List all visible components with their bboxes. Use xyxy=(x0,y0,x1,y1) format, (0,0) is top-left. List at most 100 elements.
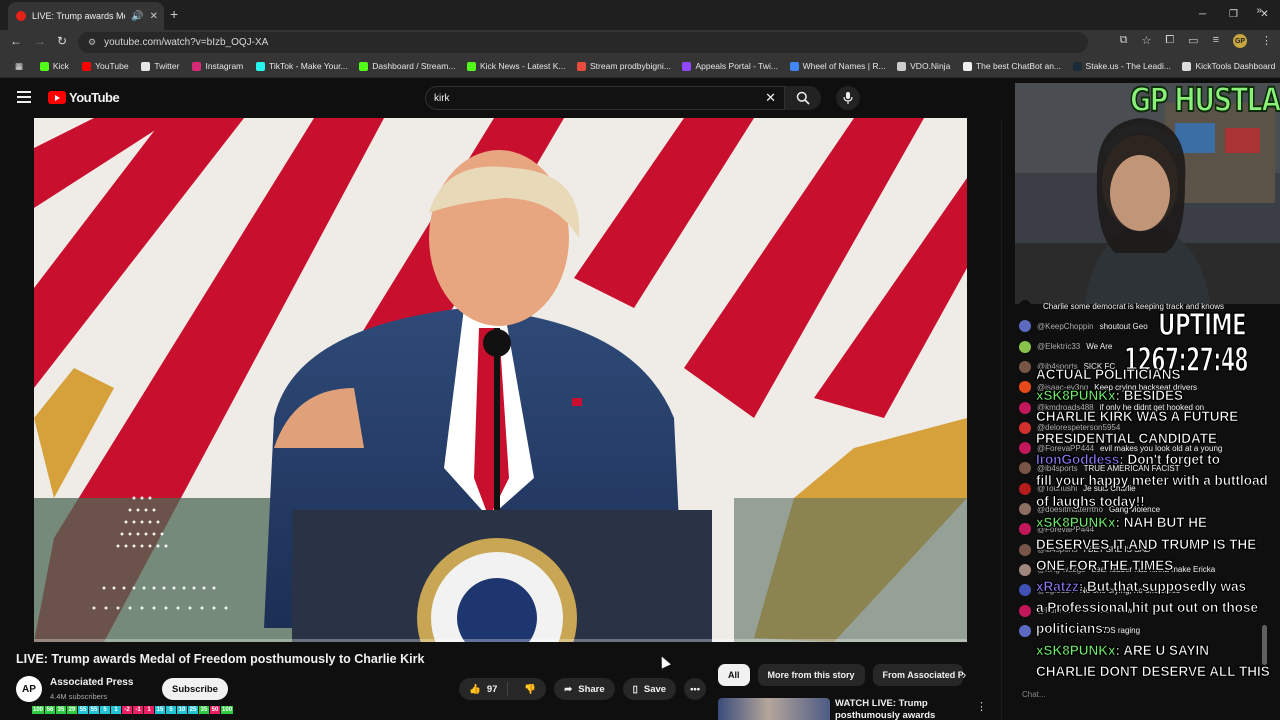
reload-icon[interactable]: ↻ xyxy=(57,34,67,48)
bookmark-label: YouTube xyxy=(95,61,129,71)
close-window-icon[interactable]: ✕ xyxy=(1249,0,1280,28)
bookmark-item[interactable]: Stream prodbybigni... xyxy=(570,61,675,71)
bookmark-item[interactable]: Appeals Portal - Twi... xyxy=(675,61,782,71)
kick-chat-line: xSK8PUNKx: NAH BUT HE xyxy=(1036,515,1208,531)
share-label: Share xyxy=(578,683,605,695)
bookmark-favicon-icon xyxy=(789,61,799,71)
bookmark-item[interactable]: Kick xyxy=(33,61,75,71)
chat-avatar-icon xyxy=(1019,442,1031,455)
level-cell: 35 xyxy=(56,706,67,714)
bookmark-item[interactable]: Wheel of Names | R... xyxy=(783,61,891,71)
bookmark-item[interactable]: YouTube xyxy=(75,61,134,71)
bookmark-item[interactable]: VDO.Ninja xyxy=(890,61,956,71)
subscriber-count: 4.4M subscribers xyxy=(50,692,108,701)
omnibox[interactable]: ⚙ youtube.com/watch?v=bIzb_OQJ-XA xyxy=(78,32,1088,53)
tab-close-icon[interactable]: ✕ xyxy=(150,11,158,22)
chat-username[interactable]: @Elektric33 xyxy=(1037,342,1080,351)
dislike-button[interactable]: 👎 xyxy=(514,684,546,695)
video-player[interactable] xyxy=(34,118,967,642)
more-horiz-icon: ••• xyxy=(690,683,701,695)
like-count: 97 xyxy=(486,683,498,695)
youtube-logo[interactable]: YouTube xyxy=(48,90,120,105)
chat-avatar-icon xyxy=(1019,401,1031,414)
search-button[interactable] xyxy=(785,86,821,110)
kick-chat-text: : But that supposedly was xyxy=(1078,579,1247,595)
kick-chat-line: xSK8PUNKx: ARE U SAYIN xyxy=(1036,642,1210,658)
kick-chat-text: DESERVES IT AND TRUMP IS THE xyxy=(1036,536,1257,552)
more-actions-button[interactable]: ••• xyxy=(684,678,707,700)
bookmark-favicon-icon xyxy=(192,61,202,71)
bookmark-item[interactable]: Kick News - Latest K... xyxy=(460,61,570,71)
hamburger-menu-icon[interactable] xyxy=(17,91,31,106)
profile-avatar[interactable]: GP xyxy=(1233,34,1247,48)
level-cell: 10 xyxy=(177,706,188,714)
level-cell: 15 xyxy=(155,706,166,714)
new-tab-icon[interactable]: + xyxy=(170,6,178,22)
video-progress-bar[interactable] xyxy=(34,639,967,642)
subscribe-button[interactable]: Subscribe xyxy=(162,678,228,700)
voice-search-button[interactable] xyxy=(836,86,860,110)
bookmark-item[interactable]: TikTok - Make Your... xyxy=(249,61,352,71)
kick-chat-line: CHARLIE KIRK WAS A FUTURE xyxy=(1036,409,1239,425)
bookmarks-overflow-icon[interactable]: » xyxy=(1256,5,1262,16)
apps-grid-icon[interactable]: ▦ xyxy=(8,61,33,72)
kick-chat-line: xRatzz: But that supposedly was xyxy=(1036,579,1247,595)
video-actions: 👍 97 👎 ➦ Share ▯ Save ••• xyxy=(459,678,707,700)
save-button[interactable]: ▯ Save xyxy=(622,678,677,700)
forward-icon[interactable]: → xyxy=(34,34,46,48)
bookmark-item[interactable]: KickTools Dashboard xyxy=(1175,61,1280,71)
kick-chat-username: xSK8PUNKx xyxy=(1036,642,1116,658)
clear-search-icon[interactable]: ✕ xyxy=(765,90,776,106)
bookmark-item[interactable]: The best ChatBot an... xyxy=(956,61,1066,71)
chip-all[interactable]: All xyxy=(718,664,750,686)
youtube-header: YouTube ✕ xyxy=(0,78,1015,120)
chips-next-icon[interactable]: › xyxy=(962,667,966,682)
bookmark-favicon-icon xyxy=(359,61,369,71)
minimize-icon[interactable]: ─ xyxy=(1187,0,1218,28)
thumbs-up-icon: 👍 xyxy=(469,683,481,695)
search-box: ✕ xyxy=(425,86,785,110)
media-icon[interactable]: ≡ xyxy=(1213,34,1219,48)
bookmark-label: Twitter xyxy=(154,61,180,71)
bookmark-item[interactable]: Instagram xyxy=(185,61,249,71)
kick-chat-text: a Professional hit put out on those xyxy=(1036,600,1259,616)
channel-avatar[interactable]: AP xyxy=(16,676,42,702)
chat-input[interactable]: Chat... xyxy=(1022,690,1046,699)
restore-icon[interactable]: ❐ xyxy=(1218,0,1249,28)
like-button[interactable]: 👍 97 xyxy=(459,682,509,696)
chat-scrollbar[interactable] xyxy=(1262,625,1267,665)
youtube-play-icon xyxy=(48,91,66,104)
share-button[interactable]: ➦ Share xyxy=(554,678,615,700)
search-input[interactable] xyxy=(434,92,754,104)
video-title: LIVE: Trump awards Medal of Freedom post… xyxy=(16,652,425,666)
site-info-icon[interactable]: ⚙ xyxy=(88,37,96,48)
tab-audio-icon[interactable]: 🔊 xyxy=(131,11,143,22)
kick-chat-text: : Don't forget to xyxy=(1119,451,1220,467)
kick-chat-line: of laughs today!! xyxy=(1036,494,1145,510)
bookmark-item[interactable]: Dashboard / Stream... xyxy=(352,61,460,71)
extensions-icon[interactable]: ⧠ xyxy=(1165,34,1174,48)
bookmark-label: KickTools Dashboard xyxy=(1195,61,1276,71)
browser-tab-active[interactable]: LIVE: Trump awards Medal 🔊 ✕ xyxy=(8,2,164,30)
chip-from-associated-press[interactable]: From Associated Pr xyxy=(872,664,963,686)
back-icon[interactable]: ← xyxy=(10,34,22,48)
recommended-title[interactable]: WATCH LIVE: Trump posthumously awards Ch… xyxy=(835,698,965,720)
bookmark-item[interactable]: Twitter xyxy=(134,61,185,71)
recommended-menu-icon[interactable]: ⋮ xyxy=(976,700,987,713)
bookmark-label: VDO.Ninja xyxy=(910,61,951,71)
bookmark-item[interactable]: Stake.us - The Leadi... xyxy=(1066,61,1176,71)
kick-chat-line: a Professional hit put out on those xyxy=(1036,600,1259,616)
level-cell: 100 xyxy=(32,706,45,714)
chat-avatar-icon xyxy=(1019,300,1031,312)
channel-name[interactable]: Associated Press xyxy=(50,677,133,688)
bookmark-label: Kick xyxy=(52,61,69,71)
chip-more-from-story[interactable]: More from this story xyxy=(757,664,865,686)
bookmark-favicon-icon xyxy=(1072,61,1082,71)
kick-chat-text: of laughs today!! xyxy=(1036,494,1145,510)
recommended-thumbnail[interactable] xyxy=(718,698,830,720)
bookmark-star-icon[interactable]: ☆ xyxy=(1141,34,1151,48)
install-icon[interactable]: ⧉ xyxy=(1120,34,1128,48)
chat-username[interactable]: @KeepChoppin xyxy=(1037,322,1094,331)
menu-kebab-icon[interactable]: ⋮ xyxy=(1261,34,1272,48)
cast-icon[interactable]: ▭ xyxy=(1188,34,1198,48)
